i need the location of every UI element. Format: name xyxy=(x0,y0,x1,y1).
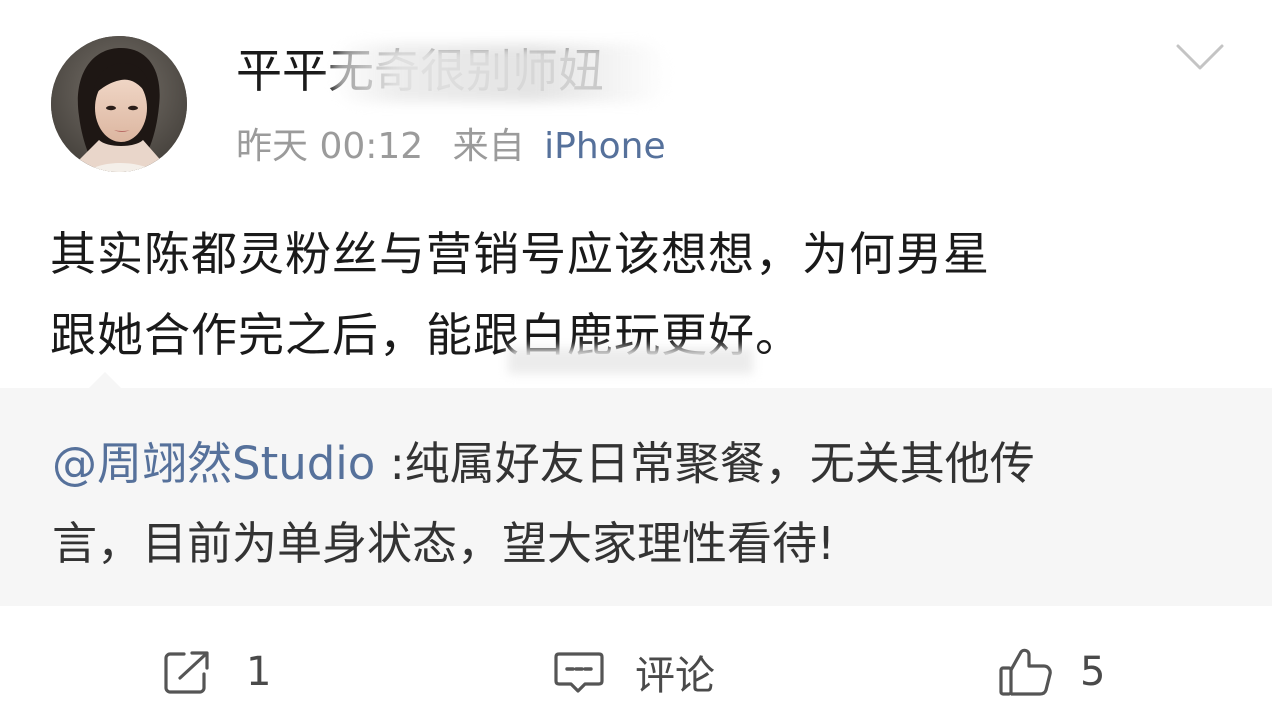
repost-count: 1 xyxy=(246,649,272,695)
thumbs-up-icon xyxy=(998,646,1054,698)
repost-button[interactable]: 1 xyxy=(162,640,271,704)
like-count: 5 xyxy=(1080,649,1106,695)
source-device[interactable]: iPhone xyxy=(544,126,666,167)
like-button[interactable]: 5 xyxy=(998,640,1105,704)
repost-icon xyxy=(162,648,214,696)
source-prefix: 来自 xyxy=(452,126,525,167)
quoted-line-2: 言，目前为单身状态，望大家理性看待! xyxy=(52,517,836,570)
username-blur-mask xyxy=(330,44,670,102)
avatar-photo xyxy=(51,36,187,172)
comment-icon xyxy=(553,648,605,696)
post-time: 昨天 00:12 xyxy=(236,126,424,167)
post-text-line-1: 其实陈都灵粉丝与营销号应该想想，为何男星 xyxy=(50,227,990,281)
quoted-line-1: @周翊然Studio :纯属好友日常聚餐，无关其他传 xyxy=(52,424,1232,504)
text-blur-mask xyxy=(508,348,753,374)
comment-label: 评论 xyxy=(635,653,715,699)
quoted-text-1: :纯属好友日常聚餐，无关其他传 xyxy=(375,437,1035,490)
quote-pointer xyxy=(88,372,122,389)
avatar[interactable] xyxy=(51,36,187,172)
comment-button[interactable]: 评论 xyxy=(553,640,715,704)
chevron-down-icon[interactable] xyxy=(1174,40,1226,74)
weibo-post-card: 平平无奇很别师妞 昨天 00:12 来自 iPhone 其实陈都灵粉丝与营销号应… xyxy=(0,0,1272,716)
post-meta: 昨天 00:12 来自 iPhone xyxy=(236,120,666,174)
mention-link[interactable]: @周翊然Studio xyxy=(52,437,375,490)
quoted-post-text: @周翊然Studio :纯属好友日常聚餐，无关其他传 言，目前为单身状态，望大家… xyxy=(52,424,1232,584)
